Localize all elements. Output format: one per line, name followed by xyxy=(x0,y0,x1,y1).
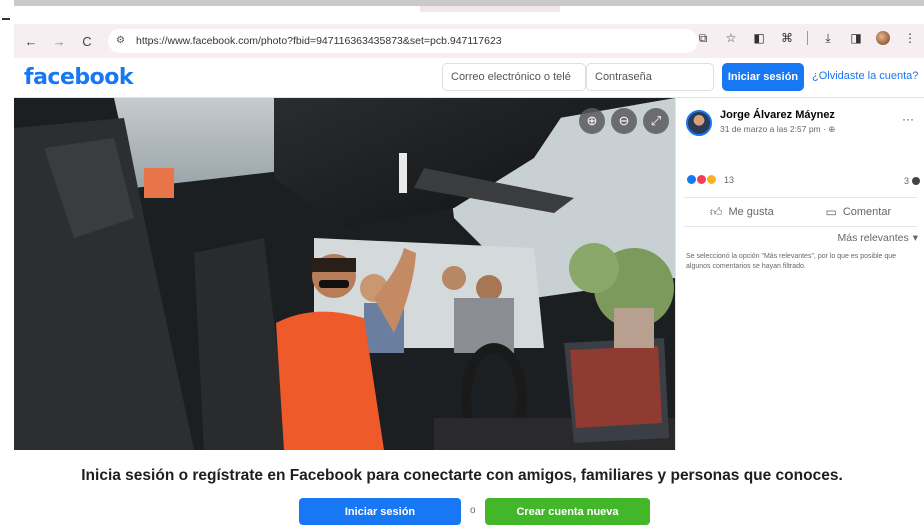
forward-icon[interactable]: → xyxy=(48,30,70,52)
zoom-out-icon[interactable]: ⊖ xyxy=(611,108,637,134)
browser-toolbar: ← → C ⚙ https://www.facebook.com/photo?f… xyxy=(14,24,924,58)
extension-icon[interactable]: ◧ xyxy=(751,30,767,46)
like-button[interactable]: 👍︎ Me gusta xyxy=(710,205,774,220)
url-text[interactable]: https://www.facebook.com/photo?fbid=9471… xyxy=(136,35,502,47)
author-avatar[interactable] xyxy=(686,110,712,136)
post-date-text[interactable]: 31 de marzo a las 2:57 pm · xyxy=(720,124,828,134)
reactions-summary[interactable]: 13 xyxy=(686,174,734,185)
toolbar-icons: ⧉ ☆ ◧ ⌘ ⤓ ◨ ⋮ xyxy=(695,30,918,46)
comment-bubble-icon xyxy=(912,177,920,185)
photo-illustration xyxy=(14,98,675,450)
post-sidebar: Jorge Álvarez Máynez 31 de marzo a las 2… xyxy=(675,98,924,450)
photo-controls: ⊕ ⊖ ⤢ xyxy=(579,108,669,134)
reactions-count: 13 xyxy=(724,174,735,185)
back-icon[interactable]: ← xyxy=(20,30,42,52)
comment-icon: ▭ xyxy=(825,205,837,219)
dash-mark xyxy=(2,18,10,20)
profile-avatar-icon[interactable] xyxy=(876,31,890,45)
page: ← → C ⚙ https://www.facebook.com/photo?f… xyxy=(0,0,924,525)
create-account-button[interactable]: Crear cuenta nueva xyxy=(485,498,650,525)
sort-label: Más relevantes xyxy=(837,232,909,244)
filter-note: Se seleccionó la opción "Más relevantes"… xyxy=(686,253,897,270)
comment-button[interactable]: ▭ Comentar xyxy=(825,205,891,219)
footer-login-button[interactable]: Iniciar sesión xyxy=(299,498,461,525)
address-bar[interactable]: ⚙ https://www.facebook.com/photo?fbid=94… xyxy=(108,29,698,53)
side-panel-icon[interactable]: ◨ xyxy=(848,30,864,46)
reload-icon[interactable]: C xyxy=(76,30,98,52)
password-field[interactable]: Contraseña xyxy=(586,63,714,91)
facebook-logo[interactable]: facebook xyxy=(24,65,134,90)
header-login-button[interactable]: Iniciar sesión xyxy=(722,63,804,91)
fullscreen-icon[interactable]: ⤢ xyxy=(643,108,669,134)
email-field[interactable]: Correo electrónico o telé xyxy=(442,63,586,91)
active-tab[interactable] xyxy=(420,6,560,12)
like-label: Me gusta xyxy=(728,206,774,218)
forgot-account-link[interactable]: ¿Olvidaste la cuenta? xyxy=(812,70,918,82)
haha-reaction-icon xyxy=(706,174,717,185)
caret-down-icon: ▾ xyxy=(912,232,918,244)
puzzle-icon[interactable]: ⌘ xyxy=(779,30,795,46)
download-icon[interactable]: ⤓ xyxy=(820,30,836,46)
sort-dropdown[interactable]: Más relevantes ▾ xyxy=(838,232,918,244)
author-name[interactable]: Jorge Álvarez Máynez xyxy=(720,109,835,121)
more-options-icon[interactable]: ··· xyxy=(902,112,914,126)
post-date[interactable]: 31 de marzo a las 2:57 pm · ⊕ xyxy=(720,124,835,135)
toolbar-divider xyxy=(807,31,808,45)
post-actions: 👍︎ Me gusta ▭ Comentar xyxy=(684,197,917,227)
signup-prompt: Inicia sesión o regístrate en Facebook p… xyxy=(81,467,843,484)
comment-label: Comentar xyxy=(842,206,892,218)
comments-count-text: 3 xyxy=(903,176,909,186)
menu-kebab-icon[interactable]: ⋮ xyxy=(902,30,918,46)
or-separator: o xyxy=(470,505,476,516)
bookmark-star-icon[interactable]: ☆ xyxy=(723,30,739,46)
install-app-icon[interactable]: ⧉ xyxy=(695,30,711,46)
post-photo[interactable]: ⊕ ⊖ ⤢ xyxy=(14,98,675,450)
facebook-header: facebook Correo electrónico o telé Contr… xyxy=(14,58,924,98)
comments-count[interactable]: 3 xyxy=(904,176,920,186)
site-settings-icon[interactable]: ⚙ xyxy=(116,35,130,47)
zoom-in-icon[interactable]: ⊕ xyxy=(579,108,605,134)
thumbs-up-icon: 👍︎ xyxy=(709,204,723,219)
globe-icon: ⊕ xyxy=(828,124,836,134)
window-top-stripe xyxy=(0,0,924,20)
